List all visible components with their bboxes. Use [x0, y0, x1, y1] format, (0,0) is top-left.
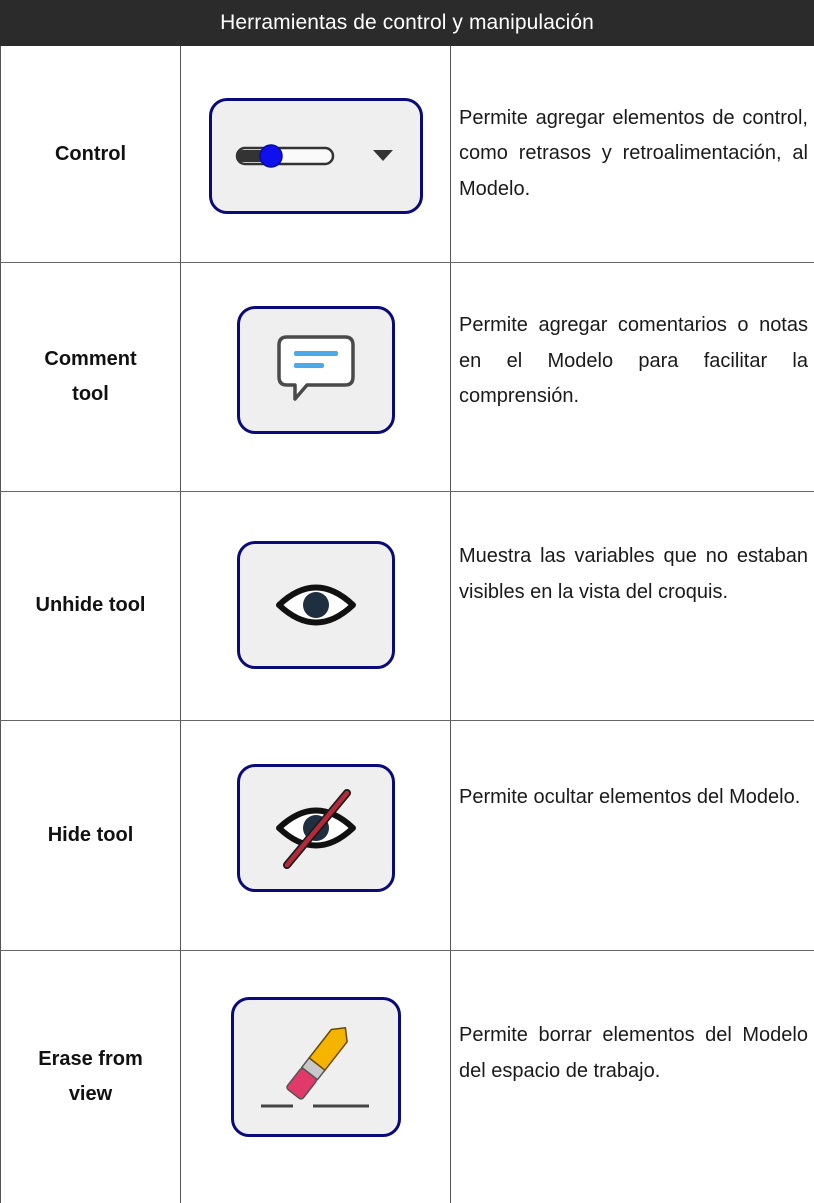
- tool-name-unhide: Unhide tool: [0, 491, 181, 720]
- tool-name-control: Control: [0, 46, 181, 262]
- tool-name-erase: Erase from view: [0, 950, 181, 1203]
- table-title: Herramientas de control y manipulación: [220, 11, 594, 34]
- table-row: Control Permite agregar elementos de con…: [0, 46, 814, 262]
- table-row: Comment tool Permite agregar comentarios…: [0, 262, 814, 491]
- table-row: Hide tool Permite ocultar elementos del …: [0, 720, 814, 950]
- row-divider: [0, 950, 814, 951]
- tool-description: Permite agregar comentarios o notas en e…: [459, 314, 808, 408]
- row-divider: [0, 491, 814, 492]
- tool-description: Permite borrar elementos del Modelo del …: [459, 1024, 808, 1082]
- tool-description: Muestra las variables que no estaban vis…: [459, 545, 808, 603]
- tool-icon-cell: [181, 720, 451, 950]
- tool-icon-cell: [181, 262, 451, 491]
- table-header: Herramientas de control y manipulación: [0, 0, 814, 46]
- tool-name-comment: Comment tool: [0, 262, 181, 491]
- tool-icon-cell: [181, 950, 451, 1203]
- tool-name-hide: Hide tool: [0, 720, 181, 950]
- tool-icon-cell: [181, 491, 451, 720]
- tool-icon-cell: [181, 46, 451, 262]
- row-divider: [0, 262, 814, 263]
- table-row: Erase from view Permite borrar elementos…: [0, 950, 814, 1203]
- row-divider: [0, 720, 814, 721]
- comment-bubble-icon: [236, 305, 395, 434]
- tool-description: Permite agregar elementos de control, co…: [459, 106, 808, 200]
- slider-dropdown-icon: [208, 98, 423, 214]
- eye-icon: [236, 540, 395, 669]
- table-row: Unhide tool Muestra las variables que no…: [0, 491, 814, 720]
- tool-description: Permite ocultar elementos del Modelo.: [459, 786, 801, 808]
- eraser-icon: [230, 996, 401, 1137]
- eye-slash-icon: [236, 764, 395, 892]
- tools-table: Herramientas de control y manipulación C…: [0, 0, 814, 1203]
